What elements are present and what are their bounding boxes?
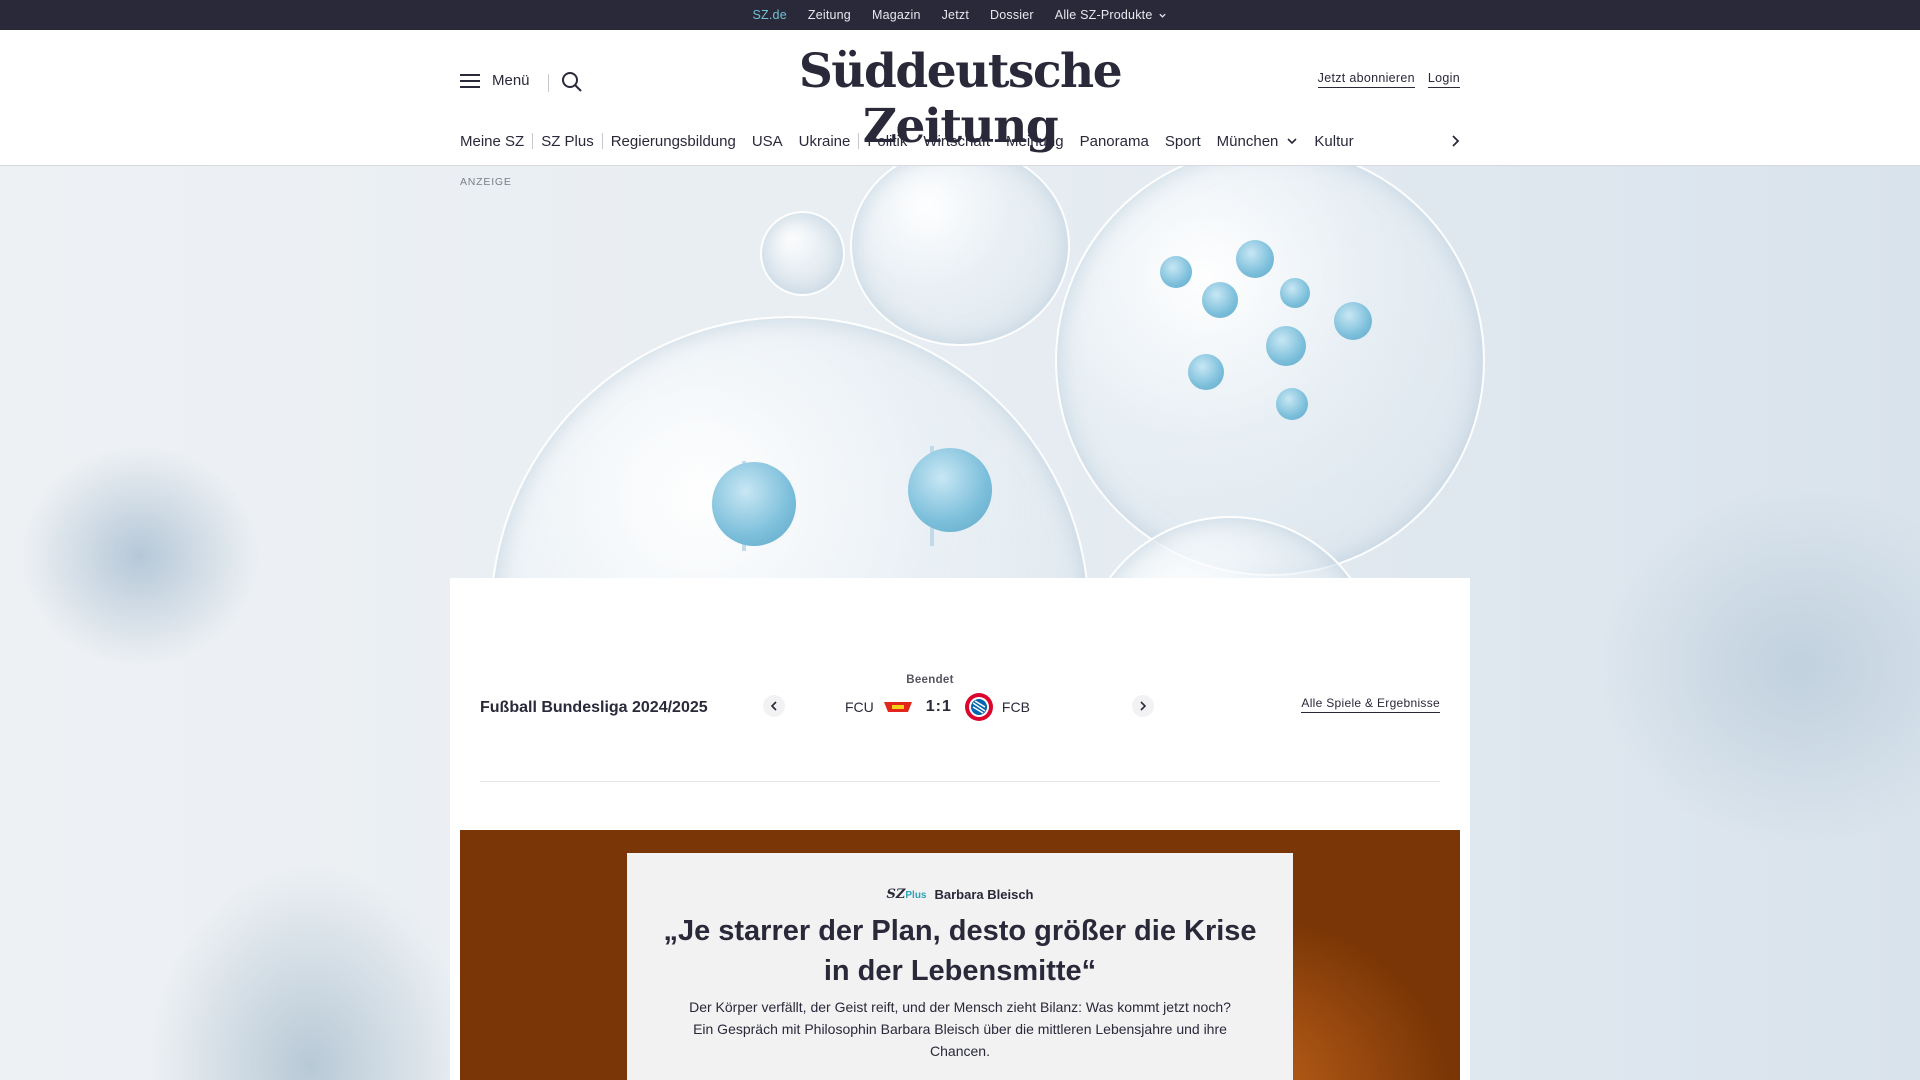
nav-item-kultur[interactable]: Kultur (1306, 133, 1361, 150)
ad-molecule-dot (712, 462, 796, 546)
scores-prev-button[interactable] (763, 695, 785, 717)
nav-item-meine-sz[interactable]: Meine SZ (460, 133, 532, 150)
menu-label: Menü (492, 72, 530, 89)
menu-button[interactable]: Menü (460, 72, 530, 89)
chevron-left-icon (770, 701, 777, 711)
nav-item-regierungsbildung[interactable]: Regierungsbildung (603, 133, 744, 150)
subscribe-link[interactable]: Jetzt abonnieren (1317, 71, 1415, 88)
teaser-text: Der Körper verfällt, der Geist reift, un… (689, 999, 1231, 1059)
nav-item-muenchen[interactable]: München (1209, 133, 1307, 150)
nav-item-sport[interactable]: Sport (1157, 133, 1209, 150)
nav-item-muenchen-label: München (1216, 132, 1279, 150)
nav-item-usa[interactable]: USA (744, 133, 791, 150)
hamburger-icon (460, 73, 480, 89)
ad-molecule-dot (1276, 388, 1308, 420)
chevron-down-icon (1287, 138, 1297, 145)
topbar-item-jetzt[interactable]: Jetzt (942, 8, 969, 22)
ad-molecule-dot (1202, 282, 1238, 318)
nav-item-panorama[interactable]: Panorama (1072, 133, 1157, 150)
away-team: FCB (1001, 699, 1030, 715)
topbar-item-magazin[interactable]: Magazin (872, 8, 921, 22)
search-icon[interactable] (560, 70, 584, 94)
match-status: Beendet (906, 674, 954, 686)
header-divider (548, 74, 549, 92)
teaser-author: Barbara Bleisch (934, 887, 1034, 902)
content-card: Fußball Bundesliga 2024/2025 Beendet FCU… (450, 578, 1470, 1080)
card-divider (480, 781, 1440, 782)
topbar-item-dossier[interactable]: Dossier (990, 8, 1034, 22)
ad-molecule-dot (1160, 256, 1192, 288)
topbar-item-zeitung[interactable]: Zeitung (808, 8, 851, 22)
ad-molecule-dot (1280, 278, 1310, 308)
league-title: Fußball Bundesliga 2024/2025 (480, 699, 708, 716)
chevron-right-icon (1140, 701, 1147, 711)
login-link[interactable]: Login (1427, 71, 1460, 88)
ad-molecule-dot (1334, 302, 1372, 340)
ad-molecule-dot (1266, 326, 1306, 366)
ad-bubble-right (1055, 166, 1485, 576)
match-row: FCU 1:1 FCB (845, 692, 1030, 722)
top-product-bar: SZ.de Zeitung Magazin Jetzt Dossier Alle… (0, 0, 1920, 33)
site-header: Menü Süddeutsche Zeitung Jetzt abonniere… (0, 30, 1920, 166)
nav-item-politik[interactable]: Politik (859, 133, 915, 150)
topbar-item-alle-produkte[interactable]: Alle SZ-Produkte (1055, 8, 1168, 22)
match-result[interactable]: Beendet FCU 1:1 FCB (845, 674, 1030, 726)
all-games-link[interactable]: Alle Spiele & Ergebnisse (1301, 696, 1440, 713)
teaser-byline: SZPlus Barbara Bleisch (627, 887, 1293, 902)
sz-plus-suffix: Plus (905, 890, 927, 901)
nav-item-meinung[interactable]: Meinung (998, 133, 1072, 150)
nav-item-wirtschaft[interactable]: Wirtschaft (915, 133, 998, 150)
ad-molecule-dot (908, 448, 992, 532)
ad-label: ANZEIGE (460, 176, 512, 188)
chevron-right-icon[interactable] (1446, 132, 1464, 150)
sz-plus-badge: SZPlus (886, 887, 926, 902)
nav-item-ukraine[interactable]: Ukraine (791, 133, 859, 150)
nav-item-sz-plus[interactable]: SZ Plus (533, 133, 602, 150)
ad-bubble-top (850, 166, 1070, 346)
ad-bubble-small (760, 211, 845, 296)
chevron-down-icon (1159, 13, 1167, 18)
teaser-headline[interactable]: „Je starrer der Plan, desto größer die K… (647, 911, 1273, 991)
bayern-crest-icon (964, 693, 993, 721)
topbar-item-alle-produkte-label: Alle SZ-Produkte (1054, 8, 1153, 22)
ad-molecule-dot (1236, 240, 1274, 278)
union-berlin-crest-icon (883, 702, 912, 712)
ad-molecule-dot (1188, 354, 1224, 390)
match-score: 1:1 (925, 698, 952, 715)
account-links: Jetzt abonnieren Login (1317, 71, 1460, 88)
scores-next-button[interactable] (1132, 695, 1154, 717)
section-nav: Meine SZ SZ Plus Regierungsbildung USA U… (460, 130, 1362, 152)
home-team: FCU (845, 699, 874, 715)
teaser-article[interactable]: SZPlus Barbara Bleisch „Je starrer der P… (460, 830, 1460, 1080)
sz-plus-brand: SZ (886, 887, 906, 902)
teaser-box[interactable]: SZPlus Barbara Bleisch „Je starrer der P… (627, 853, 1293, 1080)
topbar-item-szde[interactable]: SZ.de (753, 8, 787, 33)
